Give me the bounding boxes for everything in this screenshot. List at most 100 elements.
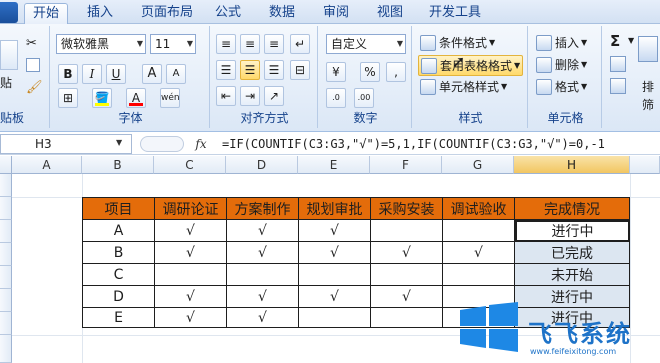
- cut-icon[interactable]: ✂: [26, 36, 37, 51]
- format-painter-icon[interactable]: 🖌: [26, 80, 43, 95]
- comma-button[interactable]: ,: [386, 62, 406, 82]
- table-cell[interactable]: √: [371, 242, 443, 264]
- format-cells-button[interactable]: 格式 ▼: [536, 78, 587, 95]
- column-header[interactable]: C: [154, 156, 226, 174]
- table-cell[interactable]: √: [155, 220, 227, 242]
- tab-page-layout[interactable]: 页面布局: [132, 3, 202, 24]
- tab-review[interactable]: 审阅: [316, 3, 356, 24]
- align-left-button[interactable]: ☰: [216, 60, 236, 80]
- column-header[interactable]: A: [12, 156, 82, 174]
- insert-function-button[interactable]: fx: [190, 135, 212, 153]
- copy-icon[interactable]: [26, 58, 40, 72]
- underline-button[interactable]: U: [106, 64, 126, 84]
- wrap-text-button[interactable]: ↵: [290, 34, 310, 54]
- format-as-table-button[interactable]: 套用表格格式 ▼: [418, 55, 524, 76]
- table-cell[interactable]: √: [155, 286, 227, 308]
- table-header-cell[interactable]: 规划审批: [299, 198, 371, 220]
- table-cell[interactable]: [371, 220, 443, 242]
- increase-decimal-button[interactable]: .0: [326, 88, 346, 108]
- tab-formulas[interactable]: 公式: [208, 3, 248, 24]
- fill-color-button[interactable]: 🪣: [92, 88, 112, 108]
- column-header[interactable]: E: [298, 156, 370, 174]
- increase-indent-button[interactable]: ⇥: [240, 86, 260, 106]
- align-middle-button[interactable]: ≡: [240, 34, 260, 54]
- table-cell[interactable]: √: [299, 242, 371, 264]
- sort-filter-icon[interactable]: [638, 36, 658, 62]
- percent-button[interactable]: %: [360, 62, 380, 82]
- column-header[interactable]: F: [370, 156, 442, 174]
- table-header-cell[interactable]: 调试验收: [443, 198, 515, 220]
- cell-styles-button[interactable]: 单元格样式 ▼: [420, 78, 507, 95]
- phonetic-button[interactable]: wén: [160, 88, 180, 108]
- italic-button[interactable]: I: [82, 64, 102, 84]
- name-box[interactable]: H3: [0, 134, 132, 154]
- table-cell[interactable]: E: [83, 308, 155, 328]
- delete-cells-button[interactable]: 删除 ▼: [536, 56, 587, 73]
- column-header[interactable]: D: [226, 156, 298, 174]
- align-bottom-button[interactable]: ≡: [264, 34, 284, 54]
- table-cell[interactable]: √: [227, 242, 299, 264]
- table-cell[interactable]: √: [155, 308, 227, 328]
- bold-button[interactable]: B: [58, 64, 78, 84]
- tab-data[interactable]: 数据: [262, 3, 302, 24]
- align-right-button[interactable]: ☰: [264, 60, 284, 80]
- table-cell[interactable]: [155, 264, 227, 286]
- tab-view[interactable]: 视图: [370, 3, 410, 24]
- conditional-format-button[interactable]: 条件格式 ▼: [420, 34, 495, 51]
- currency-button[interactable]: ¥: [326, 62, 346, 82]
- row-header[interactable]: [0, 289, 12, 312]
- autosum-button[interactable]: Σ: [610, 32, 620, 50]
- clear-icon[interactable]: [610, 78, 626, 94]
- table-cell[interactable]: √: [299, 286, 371, 308]
- row-header[interactable]: [0, 266, 12, 289]
- table-cell[interactable]: C: [83, 264, 155, 286]
- table-cell[interactable]: [371, 264, 443, 286]
- table-cell-selected[interactable]: 未开始: [515, 264, 630, 286]
- table-cell[interactable]: √: [155, 242, 227, 264]
- tab-insert[interactable]: 插入: [80, 3, 120, 24]
- number-format-select[interactable]: 自定义 ▼: [326, 34, 406, 54]
- fill-down-icon[interactable]: [610, 56, 626, 72]
- table-cell[interactable]: √: [443, 242, 515, 264]
- chevron-down-icon[interactable]: ▼: [628, 36, 634, 45]
- formula-bar-splitter[interactable]: [140, 136, 184, 152]
- table-cell[interactable]: [299, 308, 371, 328]
- grow-font-button[interactable]: A: [142, 64, 162, 84]
- table-cell[interactable]: A: [83, 220, 155, 242]
- row-header[interactable]: [0, 335, 12, 363]
- tab-home[interactable]: 开始: [24, 3, 68, 24]
- decrease-indent-button[interactable]: ⇤: [216, 86, 236, 106]
- align-center-button[interactable]: ☰: [240, 60, 260, 80]
- tab-developer[interactable]: 开发工具: [424, 3, 486, 24]
- column-header[interactable]: G: [442, 156, 514, 174]
- table-cell[interactable]: [371, 308, 443, 328]
- table-cell[interactable]: √: [227, 220, 299, 242]
- table-cell[interactable]: √: [227, 308, 299, 328]
- column-header-empty[interactable]: [630, 156, 660, 174]
- insert-cells-button[interactable]: 插入 ▼: [536, 34, 587, 51]
- decrease-decimal-button[interactable]: .00: [354, 88, 374, 108]
- row-header[interactable]: [0, 197, 12, 220]
- table-cell[interactable]: D: [83, 286, 155, 308]
- row-header[interactable]: [0, 220, 12, 243]
- row-header[interactable]: [0, 243, 12, 266]
- font-color-button[interactable]: A: [126, 88, 146, 108]
- paste-label[interactable]: 贴: [0, 74, 12, 91]
- table-cell[interactable]: [227, 264, 299, 286]
- formula-input[interactable]: =IF(COUNTIF(C3:G3,"√")=5,1,IF(COUNTIF(C3…: [222, 134, 660, 154]
- select-all-corner[interactable]: [0, 156, 12, 174]
- table-cell-selected[interactable]: 已完成: [515, 242, 630, 264]
- table-header-cell[interactable]: 方案制作: [227, 198, 299, 220]
- table-cell[interactable]: B: [83, 242, 155, 264]
- table-cell[interactable]: [443, 264, 515, 286]
- table-cell[interactable]: √: [371, 286, 443, 308]
- table-header-cell[interactable]: 项目: [83, 198, 155, 220]
- table-cell[interactable]: √: [227, 286, 299, 308]
- table-header-cell[interactable]: 调研论证: [155, 198, 227, 220]
- merge-cells-button[interactable]: ⊟: [290, 60, 310, 80]
- font-size-select[interactable]: 11 ▼: [150, 34, 196, 54]
- active-cell-h3[interactable]: 进行中: [515, 220, 630, 242]
- column-header-selected[interactable]: H: [514, 156, 630, 174]
- paste-icon[interactable]: [0, 40, 18, 70]
- font-name-select[interactable]: 微软雅黑 ▼: [56, 34, 146, 54]
